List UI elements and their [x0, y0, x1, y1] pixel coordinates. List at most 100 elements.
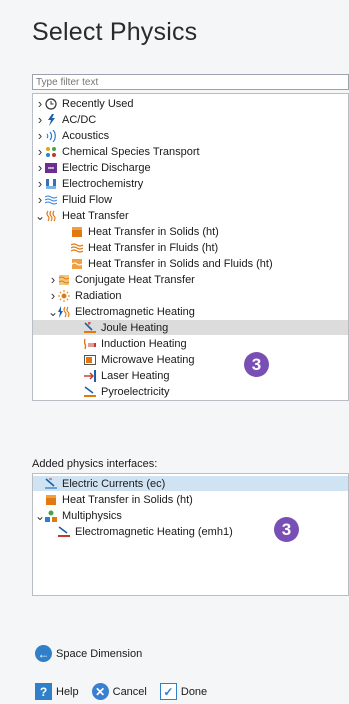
help-button[interactable]: ? Help: [35, 683, 79, 700]
chevron-down-icon[interactable]: ⌄: [35, 508, 45, 523]
chevron-right-icon[interactable]: ›: [35, 192, 45, 207]
chevron-right-icon[interactable]: ›: [48, 272, 58, 287]
em-heating-icon: [58, 305, 70, 318]
fluid-flow-icon: [44, 194, 58, 206]
tree-item-label: Laser Heating: [101, 369, 170, 382]
tree-item-label: Radiation: [75, 289, 122, 302]
tree-item-joule-heating[interactable]: Joule Heating: [33, 320, 348, 335]
tree-item-heat-transfer-in-fluids-ht[interactable]: Heat Transfer in Fluids (ht): [33, 240, 348, 255]
tree-item-label: Microwave Heating: [101, 353, 195, 366]
tree-item-heat-transfer-in-solids-and-fluids-ht[interactable]: Heat Transfer in Solids and Fluids (ht): [33, 256, 348, 271]
heat-fluids-icon: [70, 242, 84, 254]
heat-solids-icon: [45, 494, 57, 506]
tree-item-heat-transfer-in-solids-ht[interactable]: Heat Transfer in Solids (ht): [33, 224, 348, 239]
tree-item-label: Electrochemistry: [62, 177, 144, 190]
tree-item-microwave-heating[interactable]: Microwave Heating: [33, 352, 348, 367]
conjugate-heat-icon: [58, 274, 70, 286]
tree-item-label: Heat Transfer in Solids (ht): [88, 225, 219, 238]
tree-item-electric-discharge[interactable]: › Electric Discharge: [33, 160, 348, 175]
added-item-heat-transfer-in-solids-ht[interactable]: Heat Transfer in Solids (ht): [33, 492, 348, 507]
tree-item-label: Pyroelectricity: [101, 385, 170, 398]
tree-item-chemical-species-transport[interactable]: › Chemical Species Transport: [33, 144, 348, 159]
tree-item-acoustics[interactable]: › Acoustics: [33, 128, 348, 143]
tree-item-electromagnetic-heating[interactable]: ⌄ Electromagnetic Heating: [33, 304, 348, 319]
tree-item-label: Chemical Species Transport: [62, 145, 200, 158]
added-item-electric-currents-ec[interactable]: Electric Currents (ec): [33, 476, 348, 491]
tree-item-laser-heating[interactable]: Laser Heating: [33, 368, 348, 383]
multiphysics-icon: [45, 510, 57, 522]
heat-transfer-icon: [45, 210, 57, 222]
laser-heating-icon: [84, 369, 96, 382]
tree-item-label: Heat Transfer in Solids and Fluids (ht): [88, 257, 273, 270]
dialog-buttons: ? Help ✕ Cancel ✓ Done: [35, 683, 220, 700]
tree-item-label: Joule Heating: [101, 321, 169, 334]
added-interfaces-list[interactable]: Electric Currents (ec) Heat Transfer in S…: [32, 473, 349, 596]
em-heating-coupling-icon: [58, 525, 70, 538]
joule-heating-icon: [84, 321, 96, 334]
tree-item-recently-used[interactable]: › Recently Used: [33, 96, 348, 111]
chevron-down-icon[interactable]: ⌄: [48, 304, 58, 319]
chevron-right-icon[interactable]: ›: [35, 128, 45, 143]
added-item-label: Electric Currents (ec): [62, 477, 166, 490]
chemical-species-icon: [45, 146, 57, 158]
added-item-electromagnetic-heating-emh1[interactable]: Electromagnetic Heating (emh1): [33, 524, 348, 539]
tree-item-label: Fluid Flow: [62, 193, 113, 206]
cancel-button[interactable]: ✕ Cancel: [91, 683, 147, 700]
tree-item-label: Electromagnetic Heating: [75, 305, 195, 318]
cancel-label: Cancel: [112, 685, 147, 698]
chevron-right-icon[interactable]: ›: [35, 176, 45, 191]
added-item-label: Multiphysics: [62, 509, 122, 522]
done-button[interactable]: ✓ Done: [159, 683, 208, 700]
chevron-right-icon[interactable]: ›: [35, 144, 45, 159]
heat-solids-fluids-icon: [71, 258, 83, 270]
step-badge-added: 3: [274, 517, 299, 542]
space-dimension-button[interactable]: ← Space Dimension: [35, 645, 142, 662]
tree-item-label: AC/DC: [62, 113, 97, 126]
tree-item-radiation[interactable]: › Radiation: [33, 288, 348, 303]
tree-item-label: Heat Transfer: [62, 209, 129, 222]
help-icon: ?: [35, 683, 52, 700]
tree-item-label: Acoustics: [62, 129, 110, 142]
acoustics-icon: [45, 129, 57, 142]
back-arrow-icon: ←: [35, 645, 52, 662]
cancel-icon: ✕: [91, 683, 109, 700]
electric-currents-icon: [45, 477, 57, 490]
tree-item-label: Conjugate Heat Transfer: [75, 273, 195, 286]
tree-item-pyroelectricity[interactable]: Pyroelectricity: [33, 384, 348, 399]
chevron-right-icon[interactable]: ›: [35, 160, 45, 175]
chevron-down-icon[interactable]: ⌄: [35, 208, 45, 223]
pyroelectricity-icon: [84, 385, 96, 398]
tree-item-heat-transfer[interactable]: ⌄ Heat Transfer: [33, 208, 348, 223]
added-item-label: Electromagnetic Heating (emh1): [75, 525, 233, 538]
chevron-right-icon[interactable]: ›: [35, 96, 45, 111]
done-label: Done: [180, 685, 208, 698]
tree-item-label: Induction Heating: [101, 337, 187, 350]
added-item-label: Heat Transfer in Solids (ht): [62, 493, 193, 506]
electric-discharge-icon: [45, 162, 57, 174]
tree-item-induction-heating[interactable]: Induction Heating: [33, 336, 348, 351]
tree-item-conjugate-heat-transfer[interactable]: › Conjugate Heat Transfer: [33, 272, 348, 287]
tree-item-label: Heat Transfer in Fluids (ht): [88, 241, 219, 254]
tree-item-fluid-flow[interactable]: › Fluid Flow: [33, 192, 348, 207]
chevron-right-icon[interactable]: ›: [35, 112, 45, 127]
added-interfaces-label: Added physics interfaces:: [32, 458, 158, 470]
added-item-multiphysics[interactable]: ⌄ Multiphysics: [33, 508, 348, 523]
filter-input[interactable]: [32, 74, 349, 90]
heat-solids-icon: [71, 226, 83, 238]
tree-item-ac-dc[interactable]: › AC/DC: [33, 112, 348, 127]
space-dimension-label: Space Dimension: [56, 647, 143, 660]
physics-tree[interactable]: › Recently Used › AC/DC › Acoustics › Chemical …: [32, 93, 349, 401]
chevron-right-icon[interactable]: ›: [48, 288, 58, 303]
tree-item-electrochemistry[interactable]: › Electrochemistry: [33, 176, 348, 191]
induction-heating-icon: [83, 338, 96, 350]
